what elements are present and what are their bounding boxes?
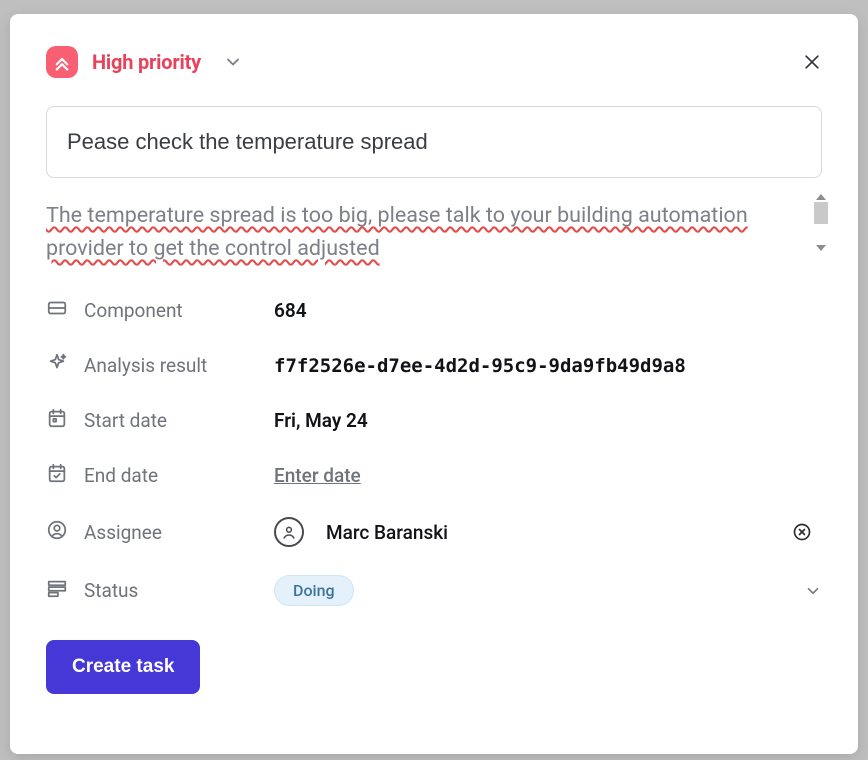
component-value[interactable]: 684: [274, 299, 782, 322]
start-date-value[interactable]: Fri, May 24: [274, 409, 782, 432]
chevron-down-icon: [223, 52, 243, 72]
user-circle-icon: [46, 519, 68, 546]
priority-icon: [46, 46, 78, 78]
scroll-thumb[interactable]: [814, 202, 828, 224]
task-dialog: High priority The temperature spread is …: [10, 14, 858, 754]
start-date-label: Start date: [46, 407, 274, 434]
analysis-result-label-text: Analysis result: [84, 354, 207, 377]
status-label-text: Status: [84, 579, 138, 602]
analysis-result-label: Analysis result: [46, 352, 274, 379]
calendar-check-icon: [46, 462, 68, 489]
component-icon: [46, 297, 68, 324]
status-badge[interactable]: Doing: [274, 575, 354, 606]
create-task-button[interactable]: Create task: [46, 640, 200, 694]
start-date-label-text: Start date: [84, 409, 167, 432]
assignee-value[interactable]: Marc Baranski: [274, 517, 782, 547]
assignee-label: Assignee: [46, 519, 274, 546]
remove-assignee-button[interactable]: [782, 522, 822, 542]
task-metadata: Component 684 Analysis result f7f2526e-d…: [46, 297, 822, 606]
end-date-placeholder[interactable]: Enter date: [274, 464, 782, 487]
assignee-name: Marc Baranski: [326, 521, 448, 544]
dialog-footer: Create task: [46, 640, 822, 694]
status-value[interactable]: Doing: [274, 575, 782, 606]
component-label-text: Component: [84, 299, 183, 322]
status-icon: [46, 577, 68, 604]
end-date-label: End date: [46, 462, 274, 489]
scroll-down-arrow[interactable]: [816, 245, 826, 251]
component-label: Component: [46, 297, 274, 324]
analysis-result-value[interactable]: f7f2526e-d7ee-4d2d-95c9-9da9fb49d9a8: [274, 355, 782, 377]
assignee-label-text: Assignee: [84, 521, 162, 544]
description-scrollbar[interactable]: [812, 194, 830, 251]
status-label: Status: [46, 577, 274, 604]
dialog-header: High priority: [46, 46, 822, 78]
sparkle-icon: [46, 352, 68, 379]
priority-select[interactable]: High priority: [46, 46, 243, 78]
description-area[interactable]: The temperature spread is too big, pleas…: [46, 200, 822, 265]
scroll-up-arrow[interactable]: [816, 194, 826, 200]
assignee-avatar-icon: [274, 517, 304, 547]
end-date-label-text: End date: [84, 464, 158, 487]
priority-label: High priority: [92, 50, 201, 74]
task-title-input[interactable]: [46, 106, 822, 178]
status-chevron-down-icon[interactable]: [782, 582, 822, 600]
close-button[interactable]: [802, 52, 822, 72]
task-description[interactable]: The temperature spread is too big, pleas…: [46, 200, 822, 265]
calendar-icon: [46, 407, 68, 434]
